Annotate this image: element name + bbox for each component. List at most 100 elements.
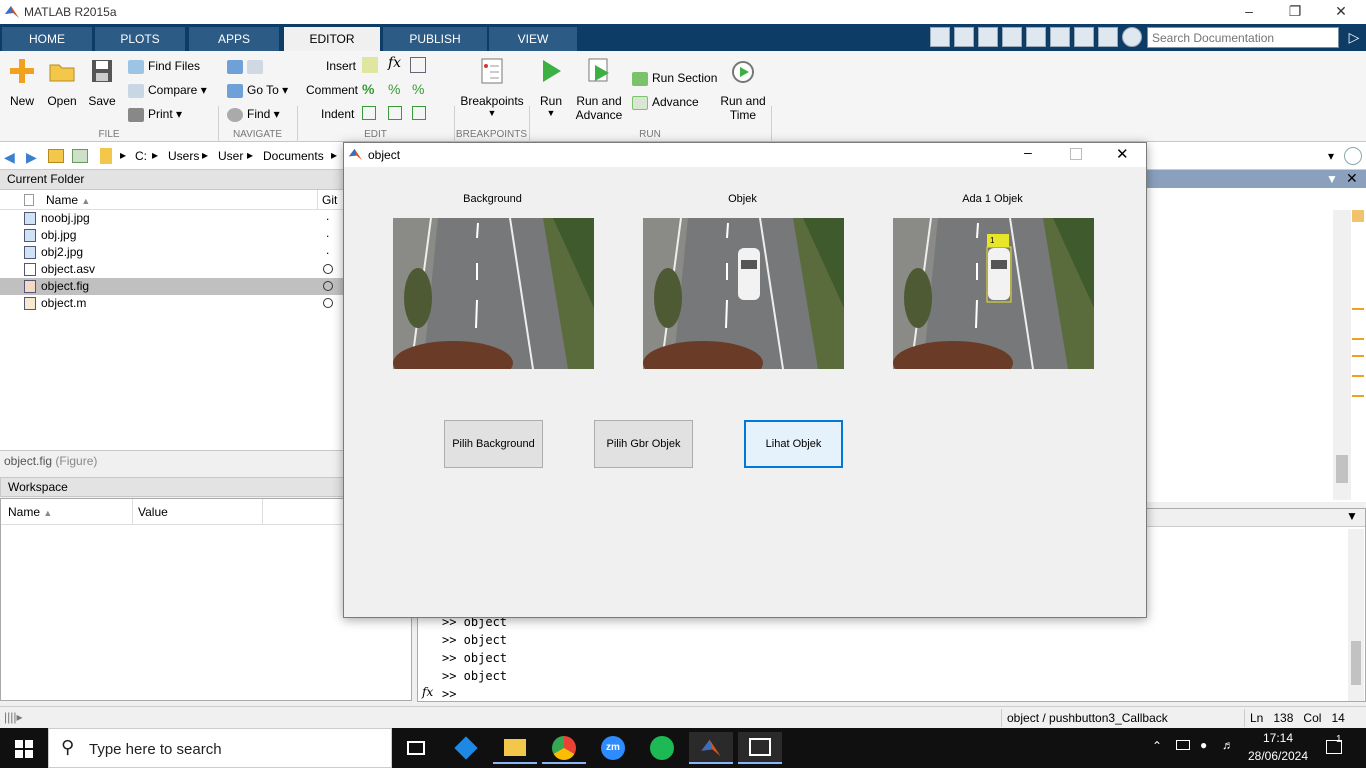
- vscode-icon[interactable]: [444, 732, 488, 764]
- search-folder-icon[interactable]: [1344, 147, 1362, 165]
- road-scene-with-car-image: [643, 218, 844, 369]
- maximize-button[interactable]: [1070, 148, 1082, 160]
- wrap-comment-icon[interactable]: %: [412, 81, 424, 97]
- tab-editor[interactable]: EDITOR: [284, 27, 380, 51]
- wifi-icon[interactable]: ●: [1200, 738, 1207, 752]
- find-button[interactable]: Find ▾: [227, 104, 280, 124]
- print-button[interactable]: Print ▾: [128, 104, 182, 124]
- chevron-up-icon[interactable]: ⌃: [1152, 739, 1162, 753]
- clock-time[interactable]: 17:14: [1248, 731, 1308, 745]
- save-icon[interactable]: [954, 27, 974, 47]
- warning-marker[interactable]: [1352, 355, 1364, 357]
- increase-indent-icon[interactable]: [388, 106, 402, 120]
- run-button[interactable]: Run ▼: [534, 57, 568, 118]
- column-git[interactable]: Git: [322, 190, 337, 210]
- panel-options-icon[interactable]: ▼: [1346, 509, 1358, 523]
- indent-button[interactable]: Indent: [321, 104, 354, 124]
- path-segment[interactable]: C:: [135, 149, 147, 163]
- warning-marker[interactable]: [1352, 338, 1364, 340]
- path-segment[interactable]: Documents: [263, 149, 324, 163]
- uncomment-icon[interactable]: %: [388, 81, 400, 97]
- undo-icon[interactable]: [1050, 27, 1070, 47]
- tab-home[interactable]: HOME: [2, 27, 92, 51]
- command-prompt[interactable]: >>: [442, 685, 456, 703]
- path-segment[interactable]: Users: [168, 149, 199, 163]
- insert-section-icon[interactable]: [362, 57, 378, 73]
- tab-publish[interactable]: PUBLISH: [383, 27, 487, 51]
- warning-marker[interactable]: [1352, 375, 1364, 377]
- warning-marker[interactable]: [1352, 395, 1364, 397]
- smart-indent-icon[interactable]: [362, 106, 376, 120]
- pilih-background-button[interactable]: Pilih Background: [444, 420, 543, 468]
- close-panel-icon[interactable]: ✕: [1346, 170, 1358, 187]
- warning-marker[interactable]: [1352, 308, 1364, 310]
- chrome-icon[interactable]: [542, 732, 586, 764]
- close-button[interactable]: ✕: [1116, 145, 1129, 163]
- clock-date[interactable]: 28/06/2024: [1246, 749, 1310, 763]
- spotify-icon[interactable]: [640, 732, 684, 764]
- filter-icon[interactable]: ▷: [1344, 27, 1364, 47]
- switch-windows-icon[interactable]: [1098, 27, 1118, 47]
- panel-options-icon[interactable]: ▼: [1326, 172, 1338, 186]
- compare-button[interactable]: Compare ▾: [128, 80, 207, 100]
- advance-button[interactable]: Advance: [632, 92, 699, 112]
- scrollbar-thumb[interactable]: [1351, 641, 1361, 685]
- minimize-button[interactable]: –: [1226, 0, 1272, 24]
- task-view-icon[interactable]: [394, 732, 438, 764]
- path-dropdown-icon[interactable]: ▾: [1328, 149, 1334, 163]
- save-button[interactable]: Save: [84, 57, 120, 108]
- battery-icon[interactable]: [1176, 740, 1190, 750]
- redo-icon[interactable]: [1074, 27, 1094, 47]
- cut-icon[interactable]: [978, 27, 998, 47]
- run-and-advance-button[interactable]: Run and Advance: [574, 57, 624, 122]
- forward-arrow-icon[interactable]: ▶: [26, 149, 37, 166]
- comment-icon[interactable]: %: [362, 81, 374, 97]
- scrollbar-thumb[interactable]: [1336, 455, 1348, 483]
- editor-scrollbar[interactable]: [1333, 210, 1351, 500]
- toolbar-icon[interactable]: [930, 27, 950, 47]
- decrease-indent-icon[interactable]: [412, 106, 426, 120]
- tab-apps[interactable]: APPS: [189, 27, 279, 51]
- volume-icon[interactable]: ♬: [1222, 738, 1234, 752]
- tab-view[interactable]: VIEW: [489, 27, 577, 51]
- restore-button[interactable]: ❐: [1272, 0, 1318, 24]
- find-files-button[interactable]: Find Files: [128, 56, 200, 76]
- file-name: object.asv: [41, 262, 96, 276]
- up-folder-icon[interactable]: [48, 149, 64, 163]
- zoom-icon[interactable]: zm: [591, 732, 635, 764]
- command-scrollbar[interactable]: [1348, 529, 1364, 701]
- comment-button[interactable]: Comment: [306, 80, 358, 100]
- code-analyzer-indicator[interactable]: [1352, 210, 1364, 222]
- tab-plots[interactable]: PLOTS: [95, 27, 185, 51]
- matlab-taskbar-icon[interactable]: [689, 732, 733, 764]
- search-documentation-input[interactable]: [1147, 27, 1339, 48]
- open-button[interactable]: Open: [44, 57, 80, 108]
- column-name[interactable]: Name ▲: [8, 499, 52, 526]
- fx-icon[interactable]: fx: [422, 685, 433, 699]
- back-forward-buttons[interactable]: [227, 56, 267, 76]
- copy-icon[interactable]: [1002, 27, 1022, 47]
- pilih-gbr-objek-button[interactable]: Pilih Gbr Objek: [594, 420, 693, 468]
- file-explorer-icon[interactable]: [493, 732, 537, 764]
- run-and-time-button[interactable]: Run and Time: [718, 57, 768, 122]
- fx-icon[interactable]: fx: [388, 55, 401, 71]
- breakpoints-button[interactable]: Breakpoints ▼: [458, 57, 526, 118]
- new-button[interactable]: New: [4, 57, 40, 108]
- go-to-button[interactable]: Go To ▾: [227, 80, 288, 100]
- close-button[interactable]: ✕: [1318, 0, 1364, 24]
- taskbar-search[interactable]: ⚲ Type here to search: [48, 728, 392, 768]
- paste-icon[interactable]: [1026, 27, 1046, 47]
- help-icon[interactable]: [1122, 27, 1142, 47]
- windows-start-icon[interactable]: [15, 740, 33, 758]
- lihat-objek-button[interactable]: Lihat Objek: [744, 420, 843, 468]
- run-section-button[interactable]: Run Section: [632, 68, 717, 88]
- column-value[interactable]: Value: [138, 499, 168, 525]
- column-name[interactable]: Name ▲: [46, 190, 90, 211]
- path-segment[interactable]: User: [218, 149, 243, 163]
- insert-button[interactable]: Insert: [326, 56, 356, 76]
- figure-taskbar-icon[interactable]: [738, 732, 782, 764]
- minimize-button[interactable]: –: [1024, 144, 1040, 160]
- browse-folder-icon[interactable]: [72, 149, 88, 163]
- back-arrow-icon[interactable]: ◀: [4, 149, 15, 166]
- insert-function-icon[interactable]: [410, 57, 426, 73]
